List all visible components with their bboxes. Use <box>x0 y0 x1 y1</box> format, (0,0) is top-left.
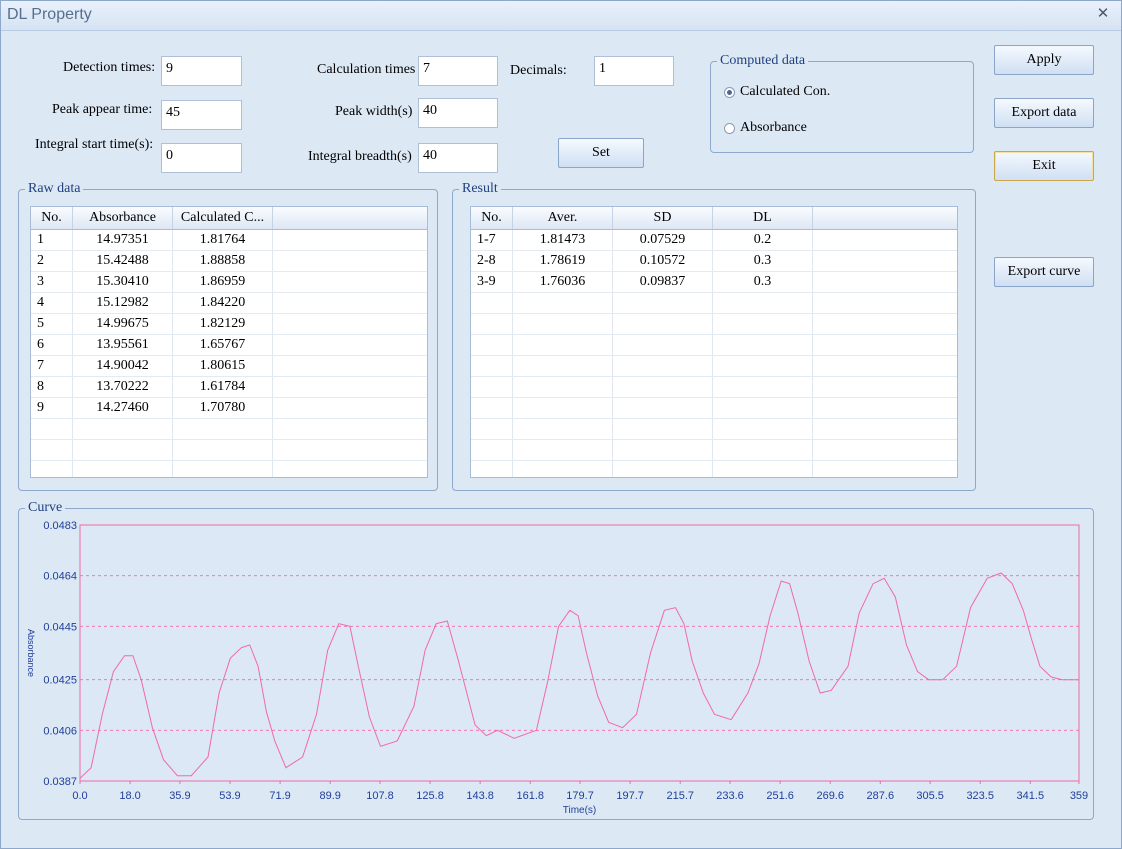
x-tick-label: 287.6 <box>867 790 895 802</box>
x-tick-label: 179.7 <box>566 790 594 802</box>
x-tick-label: 233.6 <box>716 790 744 802</box>
x-tick-label: 341.5 <box>1017 790 1045 802</box>
x-tick-label: 323.5 <box>966 790 994 802</box>
y-tick-label: 0.0445 <box>43 621 77 633</box>
y-tick-label: 0.0406 <box>43 725 77 737</box>
x-tick-label: 35.9 <box>169 790 190 802</box>
x-tick-label: 71.9 <box>269 790 290 802</box>
y-tick-label: 0.0425 <box>43 675 77 687</box>
x-tick-label: 269.6 <box>816 790 844 802</box>
plot-area <box>79 524 1080 782</box>
x-tick-label: 197.7 <box>616 790 644 802</box>
y-tick-label: 0.0464 <box>43 571 77 583</box>
x-tick-label: 53.9 <box>219 790 240 802</box>
x-tick-label: 161.8 <box>516 790 544 802</box>
x-tick-label: 359 <box>1070 790 1088 802</box>
y-axis-label: Absorbance <box>26 629 36 677</box>
x-tick-label: 89.9 <box>319 790 340 802</box>
y-tick-label: 0.0387 <box>43 776 77 788</box>
y-tick-label: 0.0483 <box>43 520 77 532</box>
x-tick-label: 143.8 <box>466 790 494 802</box>
x-tick-label: 0.0 <box>72 790 87 802</box>
x-tick-label: 125.8 <box>416 790 444 802</box>
x-tick-label: 305.5 <box>916 790 944 802</box>
absorbance-curve-chart: 0.0387 0.0406 0.0425 0.0445 0.0464 0.0483 0.0 1… <box>26 520 1088 816</box>
x-tick-label: 215.7 <box>666 790 694 802</box>
x-tick-label: 251.6 <box>766 790 794 802</box>
dl-property-window: DL Property ✕ Detection times: 9 Peak ap… <box>0 0 1122 849</box>
x-axis-label: Time(s) <box>563 805 597 816</box>
x-tick-label: 107.8 <box>366 790 394 802</box>
x-tick-label: 18.0 <box>119 790 140 802</box>
